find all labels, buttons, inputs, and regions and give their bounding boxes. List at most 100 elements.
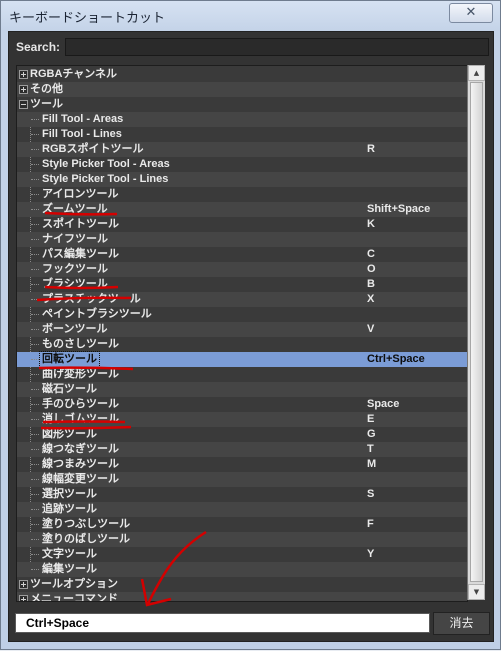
tool-name: 編集ツール <box>42 563 97 575</box>
tree-item[interactable]: 曲げ変形ツール <box>17 367 467 382</box>
tree-branch-line <box>31 329 39 330</box>
tool-name: ブラシツール <box>42 278 108 290</box>
tool-name: スポイトツール <box>42 218 119 230</box>
tree-item[interactable]: 消しゴムツール E <box>17 412 467 427</box>
tool-name: RGBスポイトツール <box>42 143 144 155</box>
tree-item[interactable]: Fill Tool - Lines <box>17 127 467 142</box>
scroll-down-button[interactable]: ▼ <box>468 584 485 600</box>
tree-item[interactable]: スポイトツール K <box>17 217 467 232</box>
shortcut-key: R <box>367 143 375 155</box>
clear-button[interactable]: 消去 <box>433 612 490 635</box>
tree-item[interactable]: 編集ツール <box>17 562 467 577</box>
tree-branch-line <box>31 359 39 360</box>
scroll-thumb[interactable] <box>470 82 483 582</box>
shortcut-key: Space <box>367 398 400 410</box>
tree-item[interactable]: 図形ツール G <box>17 427 467 442</box>
tree-branch-line <box>31 374 39 375</box>
tree-item[interactable]: ボーンツール V <box>17 322 467 337</box>
tree-branch-line <box>31 299 39 300</box>
shortcut-key: E <box>367 413 375 425</box>
tree-branch-line <box>31 224 39 225</box>
tree-item[interactable]: RGBスポイトツール R <box>17 142 467 157</box>
tree-item[interactable]: ペイントブラシツール <box>17 307 467 322</box>
tree-branch-line <box>31 269 39 270</box>
tool-name: 塗りつぶしツール <box>42 518 131 530</box>
tree-branch-line <box>31 524 39 525</box>
tree-group-row[interactable]: メニューコマンド <box>17 592 467 602</box>
expand-icon[interactable] <box>19 85 28 94</box>
expand-icon[interactable] <box>19 580 28 589</box>
tree-item[interactable]: 磁石ツール <box>17 382 467 397</box>
tool-name: 線つなぎツール <box>42 443 119 455</box>
tree-group-row[interactable]: その他 <box>17 82 467 97</box>
tool-name: 線つまみツール <box>42 458 119 470</box>
tree-item[interactable]: ズームツール Shift+Space <box>17 202 467 217</box>
tree-group-label: ツール <box>30 98 63 110</box>
shortcut-key: V <box>367 323 375 335</box>
tree-item[interactable]: Style Picker Tool - Lines <box>17 172 467 187</box>
tree-item[interactable]: 塗りつぶしツール F <box>17 517 467 532</box>
tool-name: 文字ツール <box>42 548 97 560</box>
tool-name: プラスチックツール <box>42 293 141 305</box>
tree-group-row[interactable]: RGBAチャンネル <box>17 67 467 82</box>
search-input[interactable] <box>65 38 489 56</box>
tree-item[interactable]: 線つなぎツール T <box>17 442 467 457</box>
expand-icon[interactable] <box>19 70 28 79</box>
tree-item[interactable]: ナイフツール <box>17 232 467 247</box>
tree-group-row[interactable]: ツールオプション <box>17 577 467 592</box>
shortcut-key: Ctrl+Space <box>367 353 425 365</box>
tree-item[interactable]: 文字ツール Y <box>17 547 467 562</box>
tree-branch-line <box>31 164 39 165</box>
shortcut-key-field[interactable]: Ctrl+Space <box>15 613 430 633</box>
expand-icon[interactable] <box>19 595 28 601</box>
tree-group-label: メニューコマンド <box>30 593 118 602</box>
tree-item[interactable]: パス編集ツール C <box>17 247 467 262</box>
tree-group-label: RGBAチャンネル <box>30 68 118 80</box>
tree-group-row[interactable]: ツール <box>17 97 467 112</box>
tree-item[interactable]: ものさしツール <box>17 337 467 352</box>
tool-name: 追跡ツール <box>42 503 97 515</box>
tree-item[interactable]: ブラシツール B <box>17 277 467 292</box>
title-bar[interactable]: キーボードショートカット ✕ <box>1 1 500 29</box>
tree-scrollbar[interactable]: ▲ ▼ <box>467 65 485 600</box>
tool-name: ボーンツール <box>42 323 108 335</box>
tree-item[interactable]: フックツール O <box>17 262 467 277</box>
tool-name: Style Picker Tool - Areas <box>42 158 170 170</box>
tool-name: 図形ツール <box>42 428 97 440</box>
tree-item[interactable]: 線幅変更ツール <box>17 472 467 487</box>
tree-branch-line <box>31 134 39 135</box>
tree-branch-line <box>31 554 39 555</box>
keyboard-shortcuts-window: キーボードショートカット ✕ Search: RGBAチャンネル その他 ツール Fi… <box>0 0 501 650</box>
shortcut-key: T <box>367 443 374 455</box>
tree-item[interactable]: 選択ツール S <box>17 487 467 502</box>
tree-branch-line <box>31 569 39 570</box>
tree-item-selected[interactable]: 回転ツール Ctrl+Space <box>17 351 467 368</box>
dialog-body: Search: RGBAチャンネル その他 ツール Fill Tool - Areas… <box>8 31 494 642</box>
tree-item[interactable]: 線つまみツール M <box>17 457 467 472</box>
tree-branch-line <box>31 434 39 435</box>
tree-branch-line <box>31 494 39 495</box>
tree-branch-line <box>31 419 39 420</box>
tool-name: 線幅変更ツール <box>42 473 119 485</box>
tree-branch-line <box>31 194 39 195</box>
tool-name: 消しゴムツール <box>42 413 119 425</box>
shortcut-key: F <box>367 518 374 530</box>
tree-item[interactable]: アイロンツール <box>17 187 467 202</box>
tree-branch-line <box>31 254 39 255</box>
shortcut-key: S <box>367 488 375 500</box>
tool-name: 回転ツール <box>39 351 100 368</box>
tree-item[interactable]: 塗りのばしツール <box>17 532 467 547</box>
scroll-up-button[interactable]: ▲ <box>468 65 485 81</box>
tree-branch-line <box>31 389 39 390</box>
close-button[interactable]: ✕ <box>449 3 493 23</box>
tool-name: 手のひらツール <box>42 398 119 410</box>
tree-item[interactable]: プラスチックツール X <box>17 292 467 307</box>
tree-item[interactable]: 追跡ツール <box>17 502 467 517</box>
collapse-icon[interactable] <box>19 100 28 109</box>
tree-item[interactable]: Style Picker Tool - Areas <box>17 157 467 172</box>
tree-branch-line <box>31 539 39 540</box>
tool-name: 塗りのばしツール <box>42 533 130 545</box>
tree-branch-line <box>31 464 39 465</box>
tree-item[interactable]: 手のひらツール Space <box>17 397 467 412</box>
tree-item[interactable]: Fill Tool - Areas <box>17 112 467 127</box>
